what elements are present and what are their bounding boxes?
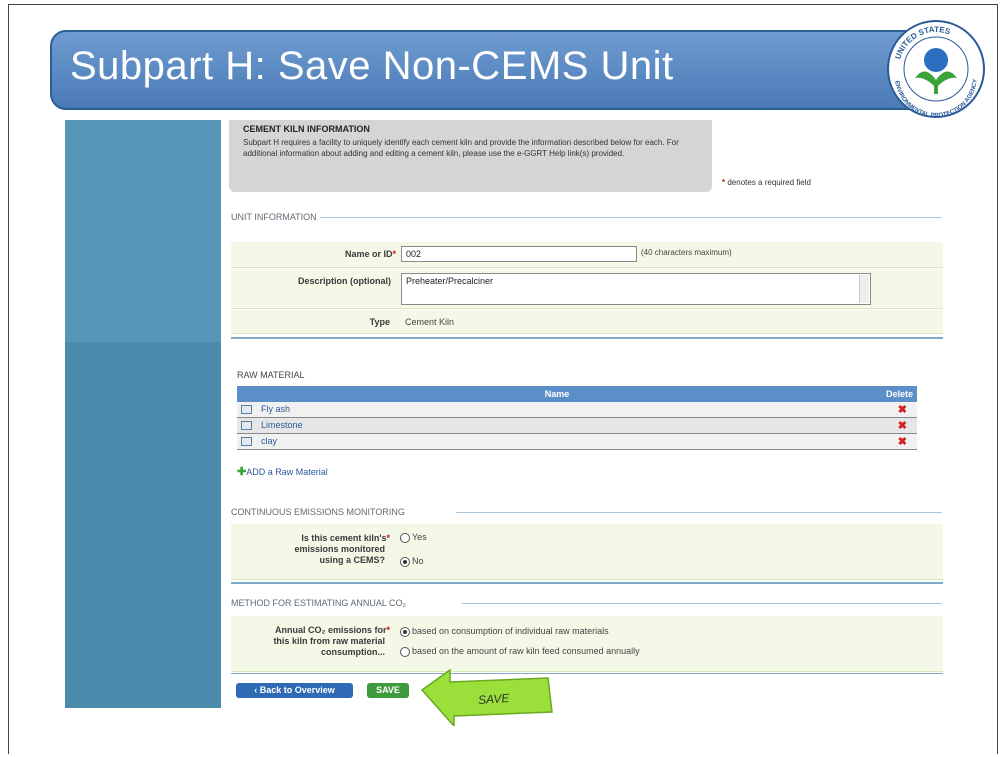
cems-heading: CONTINUOUS EMISSIONS MONITORING xyxy=(231,507,405,517)
epa-seal-icon: UNITED STATES ENVIRONMENTAL PROTECTION A… xyxy=(887,20,985,119)
table-row: Fly ash ✖ xyxy=(237,402,917,418)
section-divider xyxy=(456,512,942,513)
raw-material-heading: RAW MATERIAL xyxy=(237,370,305,380)
method-option-individual[interactable]: based on consumption of individual raw m… xyxy=(400,626,609,637)
name-label: Name or ID* xyxy=(344,249,396,259)
table-row: Limestone ✖ xyxy=(237,418,917,434)
add-raw-material-link[interactable]: ✚ADD a Raw Material xyxy=(237,465,328,478)
column-header-delete: Delete xyxy=(885,389,913,399)
section-divider xyxy=(320,217,942,218)
method-heading: METHOD FOR ESTIMATING ANNUAL CO₂ xyxy=(231,598,407,608)
raw-material-table: Name Delete Fly ash ✖ Limestone ✖ clay ✖ xyxy=(237,386,917,450)
radio-button[interactable] xyxy=(400,646,410,657)
info-box: CEMENT KILN INFORMATION Subpart H requir… xyxy=(229,120,712,192)
edit-icon[interactable] xyxy=(241,421,252,430)
section-divider xyxy=(231,582,943,584)
description-textarea[interactable]: Preheater/Precalciner xyxy=(401,273,871,305)
name-input[interactable]: 002 xyxy=(401,246,637,262)
cems-option-no[interactable]: No xyxy=(400,556,424,567)
description-label: Description (optional) xyxy=(298,276,391,286)
method-option-kiln-feed[interactable]: based on the amount of raw kiln feed con… xyxy=(400,646,640,657)
delete-icon[interactable]: ✖ xyxy=(898,403,907,416)
edit-icon[interactable] xyxy=(241,437,252,446)
table-row: clay ✖ xyxy=(237,434,917,450)
delete-icon[interactable]: ✖ xyxy=(898,435,907,448)
section-divider xyxy=(231,673,943,674)
radio-button[interactable] xyxy=(400,532,410,543)
column-header-name: Name xyxy=(544,389,570,399)
type-row xyxy=(231,310,943,334)
method-question: Annual CO₂ emissions for* this kiln from… xyxy=(273,625,390,657)
type-label: Type xyxy=(369,317,390,327)
textarea-scrollbar[interactable] xyxy=(859,275,869,303)
radio-button[interactable] xyxy=(400,626,410,637)
raw-material-link[interactable]: clay xyxy=(261,436,277,446)
type-value: Cement Kiln xyxy=(405,317,455,327)
section-divider xyxy=(231,337,943,339)
edit-icon[interactable] xyxy=(241,405,252,414)
radio-button[interactable] xyxy=(400,556,410,567)
plus-icon: ✚ xyxy=(237,466,247,478)
sidebar-top xyxy=(65,120,221,342)
table-header: Name Delete xyxy=(237,386,917,402)
raw-material-link[interactable]: Fly ash xyxy=(261,404,290,414)
save-button[interactable]: SAVE xyxy=(367,683,409,698)
title-bar: Subpart H: Save Non-CEMS Unit xyxy=(50,30,950,110)
name-hint: (40 characters maximum) xyxy=(641,248,732,257)
info-heading: CEMENT KILN INFORMATION xyxy=(243,124,370,134)
section-divider xyxy=(462,603,942,604)
cems-question: Is this cement kiln's* emissions monitor… xyxy=(294,533,390,565)
slide-title: Subpart H: Save Non-CEMS Unit xyxy=(70,44,674,88)
required-note: * denotes a required field xyxy=(722,178,811,187)
back-to-overview-button[interactable]: ‹ Back to Overview xyxy=(236,683,353,698)
cems-option-yes[interactable]: Yes xyxy=(400,532,427,543)
unit-info-heading: UNIT INFORMATION xyxy=(231,212,317,222)
info-text: Subpart H requires a facility to uniquel… xyxy=(243,138,679,158)
delete-icon[interactable]: ✖ xyxy=(898,419,907,432)
description-value: Preheater/Precalciner xyxy=(406,276,494,286)
save-callout-text: SAVE xyxy=(477,690,510,708)
raw-material-link[interactable]: Limestone xyxy=(261,420,303,430)
required-note-text: denotes a required field xyxy=(727,178,811,187)
